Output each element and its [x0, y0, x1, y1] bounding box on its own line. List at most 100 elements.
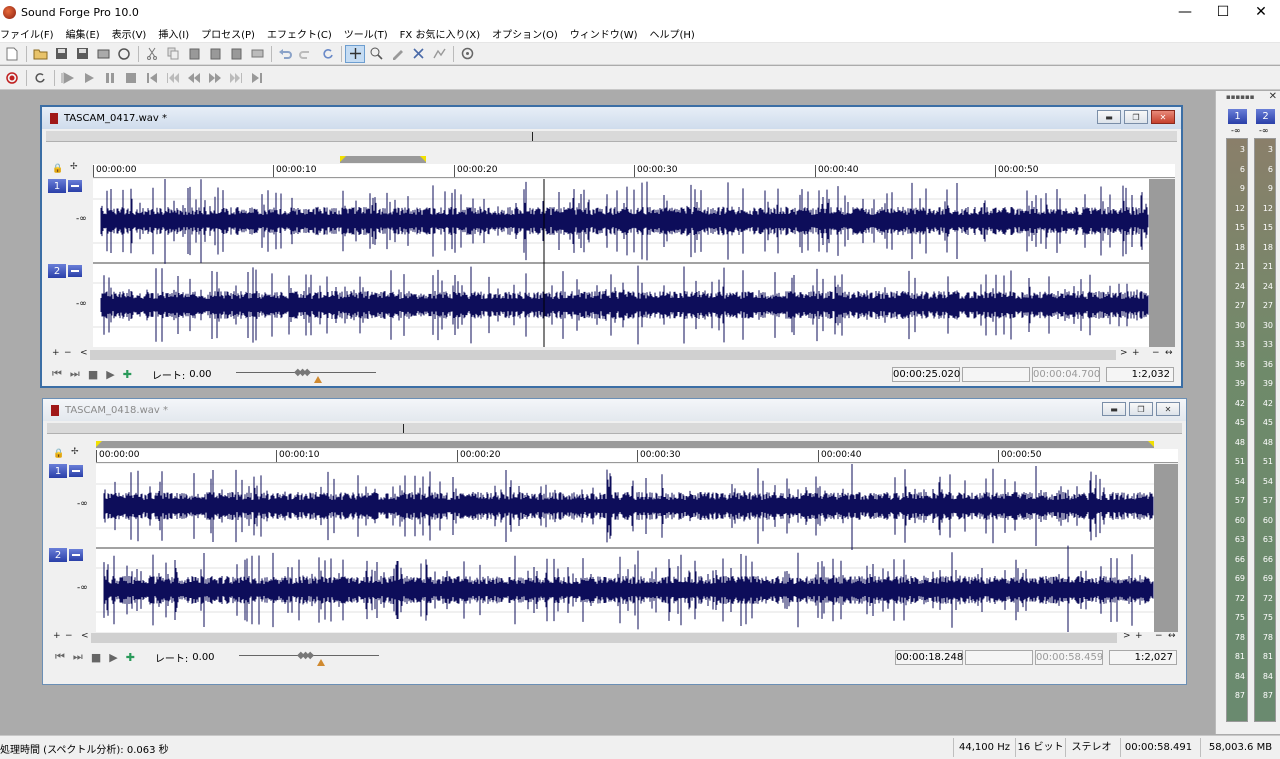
- channel-2-label[interactable]: 2: [49, 548, 83, 562]
- zoom-ratio-field[interactable]: 1:2,027: [1109, 650, 1177, 665]
- waveform-display[interactable]: [93, 179, 1175, 347]
- zoom-out-button[interactable]: −: [1152, 348, 1160, 358]
- close-icon[interactable]: ✕: [1269, 91, 1277, 102]
- prev-marker-icon[interactable]: [163, 69, 183, 87]
- slider-thumb-icon[interactable]: ◆◆◆: [294, 367, 311, 378]
- overview-bar[interactable]: [47, 423, 1182, 434]
- next-marker-icon[interactable]: [226, 69, 246, 87]
- save-icon[interactable]: [51, 45, 71, 63]
- scrollbar-track[interactable]: [91, 633, 1117, 643]
- rate-slider[interactable]: ◆◆◆: [239, 647, 379, 667]
- go-end-icon[interactable]: ⏭: [70, 367, 80, 381]
- play-icon[interactable]: [79, 69, 99, 87]
- selection-region[interactable]: [96, 441, 1154, 448]
- magnify-tool-icon[interactable]: [366, 45, 386, 63]
- new-icon[interactable]: [2, 45, 22, 63]
- menu-file[interactable]: ファイル(F): [0, 26, 60, 41]
- data-window-title[interactable]: TASCAM_0417.wav * ▬ ❐ ✕: [42, 107, 1181, 129]
- minimize-channel-icon[interactable]: [69, 549, 83, 561]
- zoom-in-button[interactable]: +: [1135, 631, 1143, 641]
- horizontal-scrollbar[interactable]: + − < > + − ↔: [51, 631, 1178, 644]
- minimize-channel-icon[interactable]: [68, 265, 82, 277]
- play-normal-icon[interactable]: ▶: [109, 651, 117, 664]
- channel-1-label[interactable]: 1: [48, 179, 82, 193]
- play-plus-icon[interactable]: ✚: [123, 368, 132, 381]
- restore-icon[interactable]: ❐: [1129, 402, 1153, 416]
- stop-icon[interactable]: ■: [91, 651, 101, 664]
- status-sample-rate[interactable]: 44,100 Hz: [953, 738, 1015, 757]
- play-all-icon[interactable]: [58, 69, 78, 87]
- menu-window[interactable]: ウィンドウ(W): [564, 26, 644, 41]
- forward-icon[interactable]: [205, 69, 225, 87]
- selection-length-field[interactable]: 00:00:04.700: [1032, 367, 1100, 382]
- play-plus-icon[interactable]: ✚: [126, 651, 135, 664]
- open-icon[interactable]: [30, 45, 50, 63]
- paste-special-icon[interactable]: [205, 45, 225, 63]
- meter-channel-2[interactable]: 2: [1256, 109, 1275, 124]
- lock-icon[interactable]: 🔒: [53, 449, 64, 459]
- rewind-icon[interactable]: [184, 69, 204, 87]
- undo-icon[interactable]: [275, 45, 295, 63]
- close-button[interactable]: ✕: [1242, 0, 1280, 24]
- crop-icon[interactable]: [247, 45, 267, 63]
- horizontal-scrollbar[interactable]: + − < > + − ↔: [50, 348, 1175, 361]
- minimize-channel-icon[interactable]: [68, 180, 82, 192]
- menu-effects[interactable]: エフェクト(C): [261, 26, 338, 41]
- selection-length-field[interactable]: 00:00:58.459: [1035, 650, 1103, 665]
- zoom-out-button[interactable]: −: [1155, 631, 1163, 641]
- restore-icon[interactable]: ❐: [1124, 110, 1148, 124]
- minimize-icon[interactable]: ▬: [1102, 402, 1126, 416]
- channel-1-label[interactable]: 1: [49, 464, 83, 478]
- slider-thumb-icon[interactable]: ◆◆◆: [297, 650, 314, 661]
- save-all-icon[interactable]: [72, 45, 92, 63]
- data-window-title[interactable]: TASCAM_0418.wav * ▬ ❐ ✕: [43, 399, 1186, 421]
- scroll-left-button[interactable]: <: [81, 631, 89, 641]
- menu-insert[interactable]: 挿入(I): [152, 26, 195, 41]
- mix-icon[interactable]: [226, 45, 246, 63]
- edit-tool-icon[interactable]: [345, 44, 365, 63]
- event-tool-icon[interactable]: [408, 45, 428, 63]
- play-normal-icon[interactable]: ▶: [106, 368, 114, 381]
- meter-channel-1[interactable]: 1: [1228, 109, 1247, 124]
- overview-bar[interactable]: [46, 131, 1177, 142]
- meter-grip[interactable]: ▪▪▪▪▪▪: [1226, 93, 1254, 101]
- close-icon[interactable]: ✕: [1156, 402, 1180, 416]
- pencil-tool-icon[interactable]: [387, 45, 407, 63]
- lock-icon[interactable]: 🔒: [52, 164, 63, 174]
- scroll-right-button[interactable]: >: [1123, 631, 1131, 641]
- menu-process[interactable]: プロセス(P): [195, 26, 261, 41]
- stop-icon[interactable]: ■: [88, 368, 98, 381]
- scroll-right-button[interactable]: >: [1120, 348, 1128, 358]
- go-start-icon[interactable]: ⏮: [52, 367, 62, 381]
- pause-icon[interactable]: [100, 69, 120, 87]
- status-disk-space[interactable]: 58,003.6 MB: [1200, 738, 1280, 757]
- channel-number[interactable]: 2: [49, 548, 67, 562]
- selection-region[interactable]: [340, 156, 426, 163]
- zoom-in-button[interactable]: +: [1132, 348, 1140, 358]
- status-channels[interactable]: ステレオ: [1065, 738, 1117, 757]
- menu-view[interactable]: 表示(V): [106, 26, 153, 41]
- menu-tools[interactable]: ツール(T): [338, 26, 394, 41]
- zoom-ratio-field[interactable]: 1:2,032: [1106, 367, 1174, 382]
- data-window-2[interactable]: TASCAM_0418.wav * ▬ ❐ ✕ 🔒 ✢ 00:00:00 00:…: [42, 398, 1187, 685]
- channel-number[interactable]: 2: [48, 264, 66, 278]
- scrollbar-track[interactable]: [90, 350, 1116, 360]
- plugin-chainer-icon[interactable]: [457, 45, 477, 63]
- cursor-position-field[interactable]: 00:00:18.248: [895, 650, 963, 665]
- loop-icon[interactable]: [30, 69, 50, 87]
- cut-icon[interactable]: [142, 45, 162, 63]
- channel-number[interactable]: 1: [48, 179, 66, 193]
- snap-icon[interactable]: ✢: [71, 447, 79, 457]
- cursor-position-field[interactable]: 00:00:25.020: [892, 367, 960, 382]
- selection-start-field[interactable]: [962, 367, 1030, 382]
- status-bit-depth[interactable]: 16 ビット: [1015, 738, 1065, 757]
- menu-fx-favorites[interactable]: FX お気に入り(X): [394, 26, 486, 41]
- minimize-button[interactable]: —: [1166, 0, 1204, 24]
- maximize-button[interactable]: ☐: [1204, 0, 1242, 24]
- envelope-tool-icon[interactable]: [429, 45, 449, 63]
- zoom-fit-button[interactable]: ↔: [1168, 631, 1176, 641]
- repeat-icon[interactable]: [317, 45, 337, 63]
- zoom-in-button[interactable]: +: [52, 348, 60, 358]
- minimize-icon[interactable]: ▬: [1097, 110, 1121, 124]
- scroll-left-button[interactable]: <: [80, 348, 88, 358]
